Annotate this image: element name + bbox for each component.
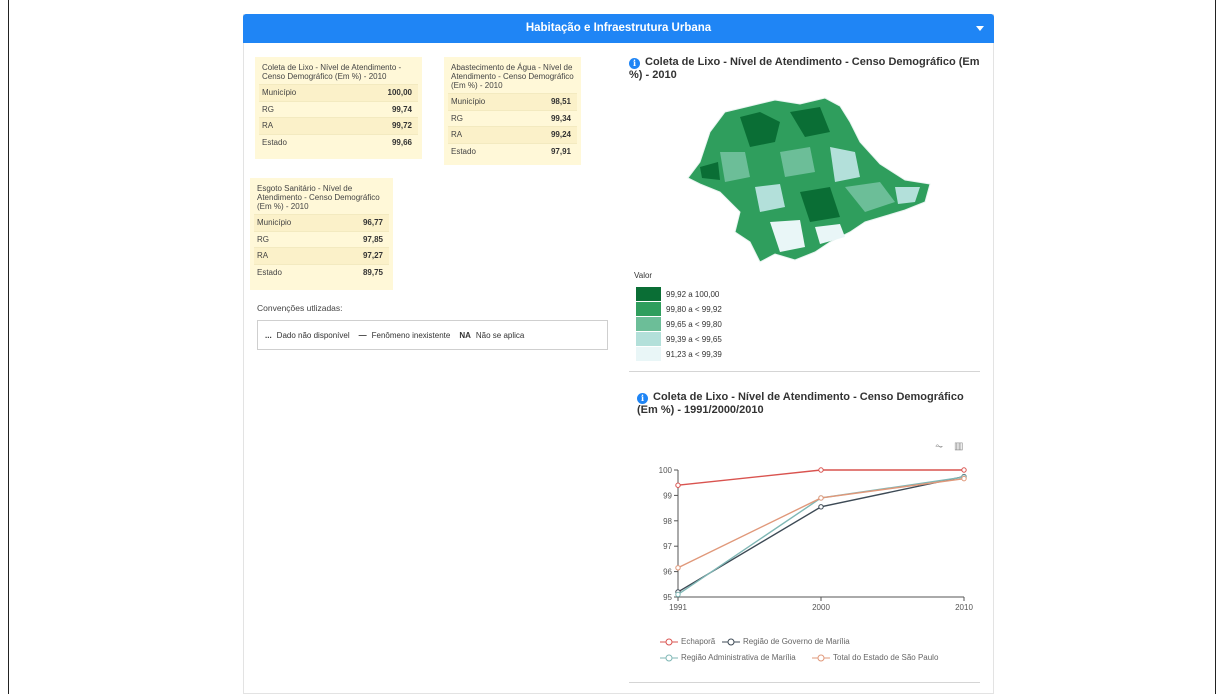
card-row: Município 98,51 <box>448 93 577 110</box>
chart-section-title: i Coleta de Lixo - Nível de Atendimento -… <box>637 391 964 416</box>
y-tick-label: 95 <box>663 593 672 602</box>
info-icon[interactable]: i <box>629 58 640 69</box>
map-region[interactable] <box>755 184 785 212</box>
data-point <box>675 591 681 598</box>
conventions-label: Convenções utlizadas: <box>257 303 343 313</box>
line-chart-icon[interactable]: ⏦ <box>935 441 943 452</box>
y-tick-label: 98 <box>663 517 672 526</box>
map-legend-item[interactable]: 99,92 a 100,00 <box>636 287 719 301</box>
map-region[interactable] <box>720 152 750 182</box>
data-point <box>818 467 824 473</box>
card-row: RA 99,24 <box>448 126 577 143</box>
convention-text: Fenômeno inexistente <box>371 330 451 340</box>
section-title: Habitação e Infraestrutura Urbana <box>525 22 712 34</box>
chart-legend-item[interactable]: Total do Estado de São Paulo <box>812 653 938 662</box>
legend-marker <box>722 638 740 645</box>
map-legend-item[interactable]: 99,39 a < 99,65 <box>636 332 722 346</box>
legend-swatch <box>636 287 661 301</box>
card-row: RG 99,74 <box>259 100 418 118</box>
map-legend-item[interactable]: 91,23 a < 99,39 <box>636 347 722 361</box>
section-accordion-header[interactable]: Habitação e Infraestrutura Urbana <box>243 14 994 43</box>
indicator-card-esgoto-sanitario: Esgoto Sanitário - Nível de Atendimento … <box>250 178 393 290</box>
data-point <box>961 475 967 482</box>
legend-swatch <box>636 302 661 316</box>
legend-swatch <box>636 332 661 346</box>
card-title: Abastecimento de Água - Nível de Atendim… <box>451 63 574 90</box>
convention-symbol: — <box>358 330 367 340</box>
card-row: RA 99,72 <box>259 117 418 134</box>
convention-text: Não se aplica <box>475 330 525 340</box>
map-legend-title: Valor <box>634 271 653 280</box>
choropleth-map[interactable] <box>680 92 940 272</box>
map-region[interactable] <box>780 147 815 177</box>
y-tick-label: 97 <box>663 542 672 551</box>
card-row: Estado 89,75 <box>254 263 389 281</box>
section-divider <box>629 682 980 683</box>
series-line <box>677 475 965 593</box>
legend-marker <box>812 654 830 661</box>
caret-down-icon[interactable] <box>976 26 984 31</box>
card-row: RG 97,85 <box>254 230 389 248</box>
legend-swatch <box>636 317 661 331</box>
x-tick-label: 2000 <box>812 603 830 612</box>
x-tick-label: 1991 <box>669 603 687 612</box>
y-tick-label: 96 <box>663 568 672 577</box>
map-legend-item[interactable]: 99,65 a < 99,80 <box>636 317 722 331</box>
section-divider <box>629 371 980 372</box>
legend-swatch <box>636 347 661 361</box>
data-point <box>818 495 824 501</box>
chart-toolbox: ⏦ ▥ <box>935 441 963 452</box>
series-line <box>677 476 965 596</box>
card-row: Município 100,00 <box>259 84 418 101</box>
convention-symbol: ... <box>265 330 272 340</box>
legend-marker <box>660 654 678 661</box>
convention-text: Dado não disponível <box>276 330 350 340</box>
map-legend-item[interactable]: 99,80 a < 99,92 <box>636 302 722 316</box>
card-row: Município 96,77 <box>254 214 389 231</box>
data-point <box>675 482 681 488</box>
map-section-title: i Coleta de Lixo - Nível de Atendimento -… <box>629 56 980 81</box>
card-row: RA 97,27 <box>254 247 389 264</box>
data-point <box>961 467 967 473</box>
chart-legend-item[interactable]: Região Administrativa de Marília <box>660 653 796 662</box>
card-title: Coleta de Lixo - Nível de Atendimento - … <box>262 63 402 81</box>
info-icon[interactable]: i <box>637 393 648 404</box>
data-point <box>818 504 824 510</box>
convention-symbol: NA <box>459 330 471 340</box>
map-region[interactable] <box>815 224 845 244</box>
chart-legend-item[interactable]: Região de Governo de Marília <box>722 637 850 646</box>
indicator-card-abastecimento-agua: Abastecimento de Água - Nível de Atendim… <box>444 57 581 165</box>
bar-chart-icon[interactable]: ▥ <box>954 441 963 452</box>
card-title: Esgoto Sanitário - Nível de Atendimento … <box>257 184 380 211</box>
line-chart: 95 96 97 98 99 100 1991 2000 2010 <box>659 466 974 612</box>
y-tick-label: 100 <box>659 466 673 475</box>
data-point <box>675 565 681 571</box>
card-row: Estado 97,91 <box>448 142 577 160</box>
legend-marker <box>660 638 678 645</box>
indicator-card-coleta-lixo: Coleta de Lixo - Nível de Atendimento - … <box>255 57 422 159</box>
x-tick-label: 2010 <box>955 603 973 612</box>
series-line <box>677 477 965 569</box>
card-row: Estado 99,66 <box>259 133 418 151</box>
y-tick-label: 99 <box>663 491 672 500</box>
card-row: RG 99,34 <box>448 109 577 127</box>
conventions-box: ... Dado não disponível — Fenômeno inexi… <box>257 320 608 350</box>
chart-legend-item[interactable]: Echaporã <box>660 637 715 646</box>
